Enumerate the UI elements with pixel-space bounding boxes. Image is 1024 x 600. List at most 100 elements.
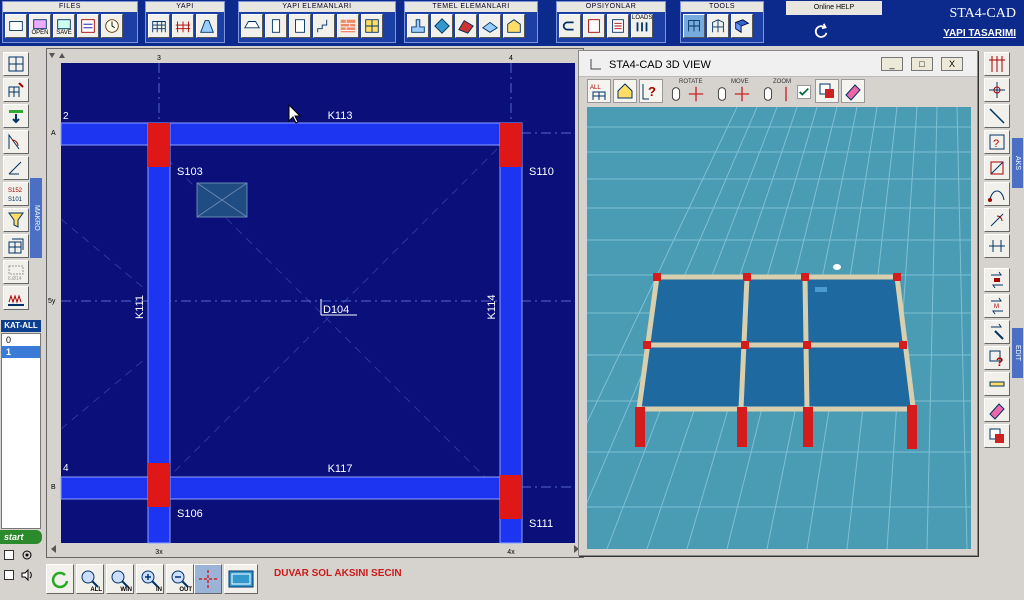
check-icon: [799, 87, 809, 96]
brick-button[interactable]: [337, 14, 359, 38]
open-file-button[interactable]: OPEN: [29, 14, 51, 38]
edit-query-button[interactable]: ?: [984, 346, 1010, 370]
axis-diagonal-button[interactable]: [984, 104, 1010, 128]
save-file-button[interactable]: SAVE: [53, 14, 75, 38]
column-s110[interactable]: [500, 123, 522, 167]
edit-move-button[interactable]: M: [984, 294, 1010, 318]
tie-beam-button[interactable]: [455, 14, 477, 38]
zoom-mouse-button[interactable]: [759, 85, 777, 103]
axis-query-button[interactable]: ?: [984, 130, 1010, 154]
wall-button[interactable]: [289, 14, 311, 38]
maximize-button[interactable]: □: [911, 57, 933, 71]
column-button[interactable]: [265, 14, 287, 38]
list-button[interactable]: [607, 14, 629, 38]
aks-tab[interactable]: AKS: [1012, 138, 1023, 188]
filter-button[interactable]: [3, 208, 29, 232]
3d-scene[interactable]: [587, 107, 971, 549]
beam-k117[interactable]: [60, 476, 502, 500]
undo-button[interactable]: [559, 14, 581, 38]
edit-copy-button[interactable]: [984, 268, 1010, 292]
axis-rect-button[interactable]: [984, 156, 1010, 180]
layer-checkbox[interactable]: [4, 550, 14, 560]
makro-tab[interactable]: MAKRO: [30, 178, 42, 258]
rotate-mouse-button[interactable]: [667, 85, 685, 103]
slab-3d[interactable]: [638, 276, 914, 408]
edit-measure-button[interactable]: [984, 372, 1010, 396]
slab-button[interactable]: [196, 14, 218, 38]
3d-viewport[interactable]: [587, 107, 971, 549]
move-arrows-button[interactable]: [733, 85, 751, 103]
zoom-window-button[interactable]: WIN: [106, 564, 134, 594]
floor-item-1[interactable]: 1: [2, 346, 40, 358]
all-floors-button[interactable]: ALL: [587, 79, 611, 103]
start-button[interactable]: start: [0, 530, 42, 544]
zoom-all-button[interactable]: ALL: [76, 564, 104, 594]
new-file-button[interactable]: [5, 14, 27, 38]
help-view-button[interactable]: ?: [639, 79, 663, 103]
dimension-button[interactable]: [3, 130, 29, 154]
tools-book-button[interactable]: [731, 14, 753, 38]
online-help-button[interactable]: Online HELP: [786, 1, 882, 15]
layer-toggle-button[interactable]: [815, 79, 839, 103]
cad-canvas[interactable]: K113 K117 K111 K114 S103 S110 S106 S111 …: [47, 49, 583, 557]
level-down-button[interactable]: [3, 104, 29, 128]
column-s103[interactable]: [148, 123, 170, 167]
refresh-button[interactable]: [46, 564, 74, 594]
show-option-checkbox[interactable]: [797, 85, 811, 99]
column-s106[interactable]: [148, 463, 170, 507]
refresh-icon[interactable]: [812, 22, 830, 40]
edit-erase-button[interactable]: [984, 398, 1010, 422]
axis-parallel-button[interactable]: [984, 52, 1010, 76]
spring-support-button[interactable]: [3, 286, 29, 310]
grid-button[interactable]: [361, 14, 383, 38]
zoom-in-button[interactable]: IN: [136, 564, 164, 594]
edit-layer-button[interactable]: [984, 424, 1010, 448]
eraser-button[interactable]: [841, 79, 865, 103]
rename-columns-button[interactable]: S152 S101: [3, 182, 29, 206]
stair-button[interactable]: [313, 14, 335, 38]
column-axis-button[interactable]: [172, 14, 194, 38]
move-mouse-button[interactable]: [713, 85, 731, 103]
frame-button[interactable]: [148, 14, 170, 38]
close-button[interactable]: X: [941, 57, 963, 71]
axis-intersect-button[interactable]: [984, 78, 1010, 102]
pier-button[interactable]: [503, 14, 525, 38]
zoom-arrow-button[interactable]: [777, 85, 795, 103]
beam-button[interactable]: [241, 14, 263, 38]
pile-button[interactable]: [431, 14, 453, 38]
beam-k113[interactable]: [60, 122, 502, 146]
home-view-button[interactable]: [613, 79, 637, 103]
axis-draw-button[interactable]: [3, 156, 29, 180]
edit-tool-button[interactable]: [984, 320, 1010, 344]
crosshair-button[interactable]: [194, 564, 222, 594]
axis-dimension-button[interactable]: [984, 234, 1010, 258]
loads-button[interactable]: LOADS: [631, 14, 653, 38]
footing-button[interactable]: [407, 14, 429, 38]
rotate-arrows-button[interactable]: [687, 85, 705, 103]
note-button[interactable]: [583, 14, 605, 38]
sound-checkbox[interactable]: [4, 570, 14, 580]
column-s111[interactable]: [500, 475, 522, 519]
axis-curve-button[interactable]: [984, 182, 1010, 206]
clock-button[interactable]: [101, 14, 123, 38]
kat-all-header[interactable]: KAT-ALL: [1, 320, 41, 332]
axis-rotate-button[interactable]: [984, 208, 1010, 232]
cad-drawing-area[interactable]: K113 K117 K111 K114 S103 S110 S106 S111 …: [46, 48, 584, 558]
tools-frame-button[interactable]: [707, 14, 729, 38]
3d-view-window[interactable]: STA4-CAD 3D VIEW _ □ X ALL ? ROTATE MOVE…: [578, 50, 978, 556]
minimize-button[interactable]: _: [881, 57, 903, 71]
disabled-tool-button[interactable]: 6.Ø14: [3, 260, 29, 284]
3d-view-titlebar[interactable]: STA4-CAD 3D VIEW _ □ X: [579, 51, 977, 77]
structure-edit-button[interactable]: [3, 78, 29, 102]
edit-tab[interactable]: EDIT: [1012, 328, 1023, 378]
tools-grid-button[interactable]: [683, 14, 705, 38]
zoom-out-button[interactable]: OUT: [166, 564, 194, 594]
brand-subtitle[interactable]: YAPI TASARIMI: [896, 28, 1016, 39]
zoom-in-caption: IN: [156, 587, 162, 593]
grid-copy-button[interactable]: [3, 234, 29, 258]
properties-button[interactable]: [77, 14, 99, 38]
plan-view-button[interactable]: [3, 52, 29, 76]
floor-item-0[interactable]: 0: [2, 334, 40, 346]
raft-button[interactable]: [479, 14, 501, 38]
viewport-button[interactable]: [224, 564, 258, 594]
